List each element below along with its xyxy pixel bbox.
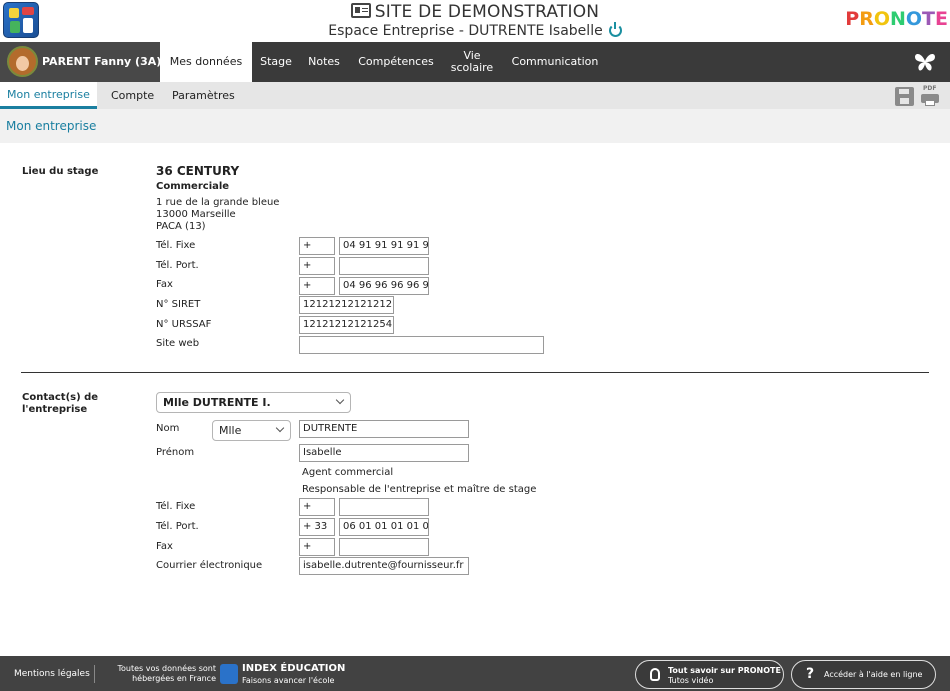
subtab-parametres[interactable]: Paramètres xyxy=(172,82,235,109)
company-phone-label: Tél. Fixe xyxy=(156,240,196,251)
prenom-label: Prénom xyxy=(156,447,195,458)
lightbulb-icon xyxy=(650,668,660,681)
user-block[interactable]: PARENT Fanny (3A) xyxy=(0,42,162,82)
company-fax-label: Fax xyxy=(156,279,173,290)
company-phone-prefix-input[interactable]: + xyxy=(299,237,335,255)
legal-notice-link[interactable]: Mentions légales xyxy=(14,669,90,679)
company-mobile-input[interactable] xyxy=(339,257,429,275)
urssaf-label: N° URSSAF xyxy=(156,319,212,330)
save-icon[interactable] xyxy=(895,87,914,106)
sub-nav: Mon entreprise Compte Paramètres PDF xyxy=(0,82,950,109)
footer-divider xyxy=(94,665,95,683)
website-input[interactable] xyxy=(299,336,544,354)
company-name: 36 CENTURY xyxy=(156,164,240,178)
print-pdf-icon[interactable]: PDF xyxy=(921,85,941,107)
company-fax-input[interactable]: 04 96 96 96 96 96 xyxy=(339,277,429,295)
contact-role: Agent commercial xyxy=(302,467,394,478)
avatar xyxy=(7,46,38,77)
company-mobile-label: Tél. Port. xyxy=(156,260,199,271)
pronote-logo: PRONOTE xyxy=(845,8,948,30)
email-label: Courrier électronique xyxy=(156,560,263,571)
section-label-lieu: Lieu du stage xyxy=(22,166,99,177)
contact-select[interactable]: Mlle DUTRENTE I. xyxy=(156,392,351,413)
civility-select-value: Mlle xyxy=(219,424,242,437)
address-line-2: 13000 Marseille xyxy=(156,209,236,220)
contact-phone-input[interactable] xyxy=(339,498,429,516)
chevron-down-icon xyxy=(275,423,285,433)
tutos-video-button[interactable]: Tout savoir sur PRONOTE Tutos vidéo xyxy=(635,660,784,689)
main-nav: PARENT Fanny (3A) Mes données Stage Note… xyxy=(0,42,950,82)
tab-vie-scolaire[interactable]: Vie scolaire xyxy=(444,42,500,82)
contact-mobile-input[interactable]: 06 01 01 01 01 01 xyxy=(339,518,429,536)
contact-fax-input[interactable] xyxy=(339,538,429,556)
header: SITE DE DEMONSTRATION Espace Entreprise … xyxy=(0,0,950,42)
company-mobile-prefix-input[interactable]: + xyxy=(299,257,335,275)
contact-mobile-label: Tél. Port. xyxy=(156,521,199,532)
index-education-logo-icon[interactable] xyxy=(220,664,238,684)
contact-phone-label: Tél. Fixe xyxy=(156,501,196,512)
siret-label: N° SIRET xyxy=(156,299,201,310)
company-activity: Commerciale xyxy=(156,181,230,192)
site-title: SITE DE DEMONSTRATION xyxy=(374,2,600,22)
last-name-input[interactable]: DUTRENTE xyxy=(299,420,469,438)
space-title: Espace Entreprise - DUTRENTE Isabelle xyxy=(328,23,603,39)
chevron-down-icon xyxy=(335,395,345,405)
address-line-1: 1 rue de la grande bleue xyxy=(156,197,280,208)
id-card-icon xyxy=(350,2,371,18)
website-label: Site web xyxy=(156,338,200,349)
page-title: Mon entreprise xyxy=(6,119,97,133)
tab-stage[interactable]: Stage xyxy=(252,42,300,82)
logout-power-icon[interactable] xyxy=(608,21,622,37)
nom-label: Nom xyxy=(156,423,180,434)
page-heading: Mon entreprise xyxy=(0,109,950,143)
urssaf-input[interactable]: 12121212121254MW xyxy=(299,316,394,334)
footer: Mentions légales Toutes vos données sont… xyxy=(0,656,950,691)
tab-competences[interactable]: Compétences xyxy=(348,42,444,82)
section-label-contacts: Contact(s) de l'entreprise xyxy=(22,392,99,415)
online-help-button[interactable]: ? Accéder à l'aide en ligne xyxy=(791,660,936,689)
contact-mobile-prefix-input[interactable]: + 33 xyxy=(299,518,335,536)
hosting-text: Toutes vos données sont hébergées en Fra… xyxy=(117,664,216,683)
contact-fax-prefix-input[interactable]: + xyxy=(299,538,335,556)
siret-input[interactable]: 121212121212121211 xyxy=(299,296,394,314)
tab-communication[interactable]: Communication xyxy=(500,42,610,82)
contact-phone-prefix-input[interactable]: + xyxy=(299,498,335,516)
tab-mes-donnees[interactable]: Mes données xyxy=(160,42,252,82)
contact-fax-label: Fax xyxy=(156,541,173,552)
company-fax-prefix-input[interactable]: + xyxy=(299,277,335,295)
butterfly-icon[interactable] xyxy=(914,52,936,72)
user-name: PARENT Fanny (3A) xyxy=(42,55,162,68)
subtab-compte[interactable]: Compte xyxy=(111,82,154,109)
subtab-mon-entreprise[interactable]: Mon entreprise xyxy=(0,82,97,109)
index-education-slogan: Faisons avancer l'école xyxy=(242,676,335,685)
email-input[interactable]: isabelle.dutrente@fournisseur.fr xyxy=(299,557,469,575)
section-divider xyxy=(21,372,929,373)
company-phone-input[interactable]: 04 91 91 91 91 91 xyxy=(339,237,429,255)
first-name-input[interactable]: Isabelle xyxy=(299,444,469,462)
index-education-name[interactable]: INDEX ÉDUCATION xyxy=(242,663,345,674)
contact-select-value: Mlle DUTRENTE I. xyxy=(163,396,271,409)
civility-select[interactable]: Mlle xyxy=(212,420,291,441)
address-line-3: PACA (13) xyxy=(156,221,206,232)
contact-function: Responsable de l'entreprise et maître de… xyxy=(302,484,537,495)
question-mark-icon: ? xyxy=(806,666,815,682)
tab-notes[interactable]: Notes xyxy=(300,42,348,82)
